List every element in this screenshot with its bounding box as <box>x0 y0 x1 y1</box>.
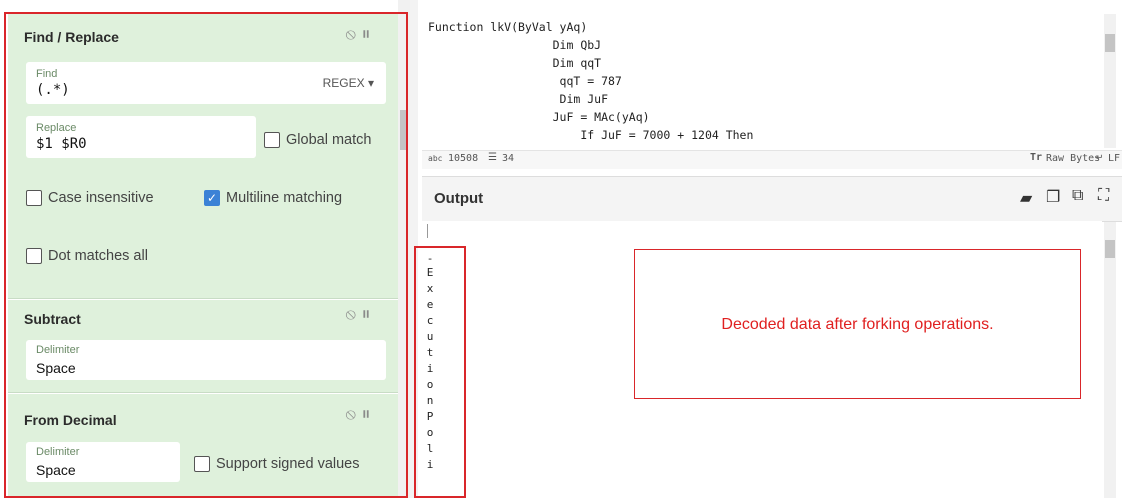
raw-bytes-icon[interactable]: Tr <box>1030 152 1042 163</box>
length-icon: abc <box>428 154 443 163</box>
eol-label[interactable]: LF <box>1108 153 1120 164</box>
input-line-3: Dim qqT <box>428 56 602 70</box>
input-status-bar <box>422 150 1122 169</box>
eol-icon[interactable]: ↵ <box>1096 151 1102 162</box>
output-title: Output <box>434 190 484 207</box>
input-lines-count: 34 <box>502 153 515 164</box>
copy-icon[interactable]: ❐ <box>1046 187 1060 207</box>
input-line-7: If JuF = 7000 + 1204 Then <box>428 128 754 142</box>
output-scrollbar-thumb[interactable] <box>1105 240 1115 258</box>
input-line-1: Function lkV(ByVal yAq) <box>428 20 588 34</box>
output-scrollbar[interactable] <box>1104 222 1116 498</box>
input-line-2: Dim QbJ <box>428 38 602 52</box>
annotation-text: Decoded data after forking operations. <box>721 316 994 333</box>
input-scrollbar[interactable] <box>1104 14 1116 148</box>
input-line-4: qqT = 787 <box>428 74 622 88</box>
input-line-5: Dim JuF <box>428 92 609 106</box>
input-line-6: JuF = MAc(yAq) <box>428 110 650 124</box>
raw-bytes-label[interactable]: Raw Bytes <box>1046 153 1100 164</box>
output-cursor <box>427 224 428 238</box>
save-icon[interactable]: ▰ <box>1020 188 1032 208</box>
input-scrollbar-thumb[interactable] <box>1105 34 1115 52</box>
output-header <box>422 176 1122 222</box>
replace-input-icon[interactable]: ⧉ <box>1072 187 1083 205</box>
maximize-icon[interactable]: ⛶ <box>1098 187 1109 205</box>
recipe-highlight-box <box>4 12 408 498</box>
input-length: 10508 <box>448 153 479 164</box>
output-highlight-box <box>414 246 466 498</box>
lines-icon: ☰ <box>488 152 497 163</box>
